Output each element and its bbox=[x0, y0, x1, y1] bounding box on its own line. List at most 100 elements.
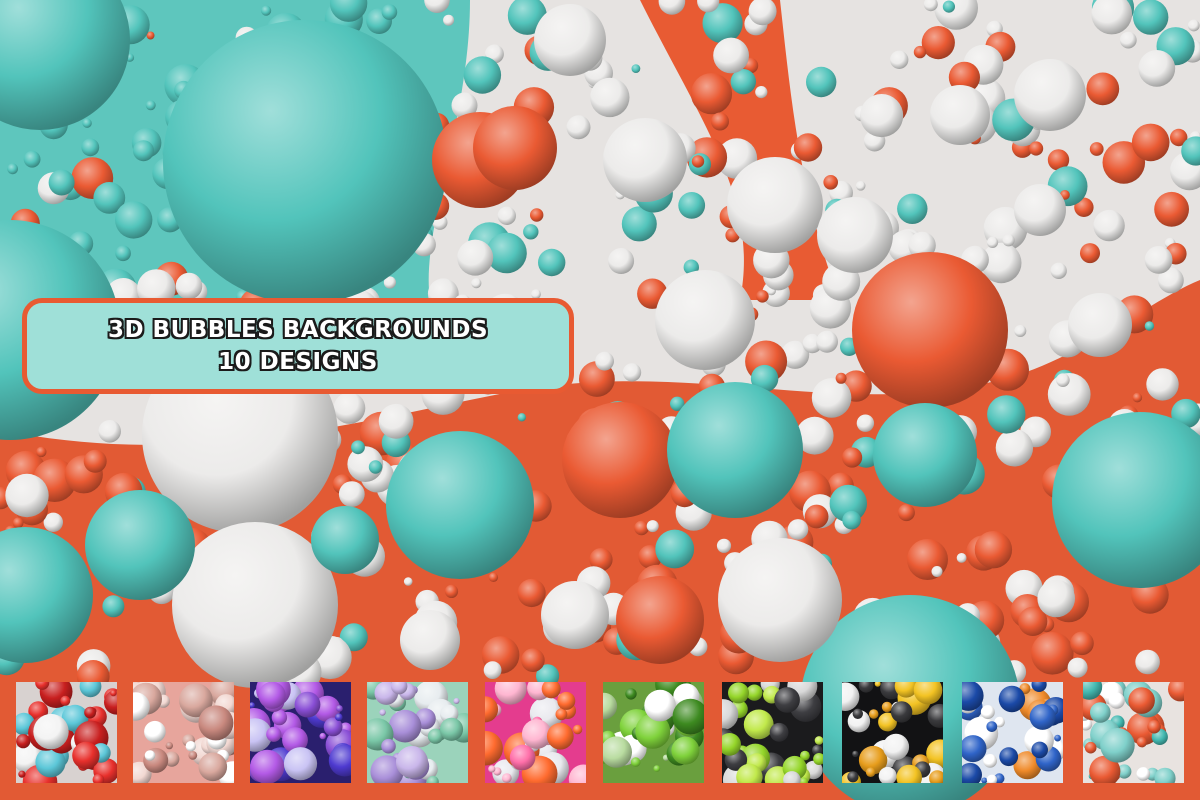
small-bubble bbox=[1131, 123, 1170, 162]
white-bubble bbox=[655, 270, 755, 370]
small-bubble bbox=[83, 449, 107, 473]
small-bubble bbox=[921, 25, 955, 60]
small-bubble bbox=[1146, 368, 1179, 401]
thumbnail-green-white bbox=[603, 682, 704, 783]
small-bubble bbox=[530, 208, 544, 222]
small-bubble bbox=[1086, 72, 1120, 106]
small-bubble bbox=[333, 392, 366, 424]
thumbnail-blue-orange-white bbox=[962, 682, 1063, 783]
small-bubble bbox=[48, 169, 75, 196]
small-bubble bbox=[1067, 657, 1088, 678]
small-bubble bbox=[1135, 649, 1160, 675]
small-bubble bbox=[646, 520, 659, 533]
white-bubble bbox=[727, 157, 823, 253]
small-bubble bbox=[1093, 209, 1125, 242]
small-bubble bbox=[842, 510, 861, 530]
small-bubble bbox=[1154, 191, 1189, 227]
white-bubble bbox=[930, 85, 990, 145]
small-bubble bbox=[634, 520, 649, 536]
small-bubble bbox=[987, 395, 1026, 434]
small-bubble bbox=[1050, 262, 1067, 279]
small-bubble bbox=[711, 112, 729, 131]
teal-bubble bbox=[386, 431, 534, 579]
small-bubble bbox=[368, 460, 383, 474]
small-bubble bbox=[1144, 321, 1155, 331]
small-bubble bbox=[678, 192, 706, 219]
orange-bubble bbox=[852, 252, 1008, 408]
small-bubble bbox=[793, 133, 823, 162]
small-bubble bbox=[1132, 392, 1143, 403]
small-bubble bbox=[523, 224, 539, 240]
small-bubble bbox=[12, 517, 24, 529]
small-bubble bbox=[145, 100, 156, 111]
thumbnail-teal-orange-white bbox=[1083, 682, 1184, 783]
small-bubble bbox=[631, 64, 641, 73]
orange-bubble bbox=[473, 106, 557, 190]
banner-title: 3D BUBBLES BACKGROUNDS bbox=[107, 317, 489, 343]
small-bubble bbox=[175, 272, 203, 300]
small-bubble bbox=[595, 351, 614, 371]
small-bubble bbox=[1089, 142, 1104, 156]
small-bubble bbox=[36, 446, 47, 458]
small-bubble bbox=[497, 206, 516, 225]
small-bubble bbox=[1080, 243, 1100, 264]
small-bubble bbox=[403, 577, 413, 586]
small-bubble bbox=[81, 138, 100, 157]
small-bubble bbox=[102, 595, 125, 618]
small-bubble bbox=[115, 201, 153, 239]
small-bubble bbox=[1056, 373, 1070, 388]
small-bubble bbox=[931, 566, 943, 577]
teal-bubble bbox=[667, 382, 803, 518]
thumbnail-pink-magenta bbox=[485, 682, 586, 783]
small-bubble bbox=[538, 248, 566, 277]
small-bubble bbox=[842, 447, 863, 468]
small-bubble bbox=[590, 77, 630, 118]
small-bubble bbox=[115, 245, 131, 262]
small-bubble bbox=[517, 578, 546, 608]
small-bubble bbox=[690, 73, 733, 115]
small-bubble bbox=[517, 413, 526, 422]
small-bubble bbox=[655, 529, 695, 569]
thumbnail-strip bbox=[0, 682, 1200, 783]
small-bubble bbox=[488, 572, 499, 582]
teal-bubble bbox=[873, 403, 977, 507]
small-bubble bbox=[942, 0, 956, 13]
title-banner: 3D BUBBLES BACKGROUNDS 10 DESIGNS bbox=[22, 298, 574, 394]
white-bubble bbox=[718, 538, 842, 662]
thumbnail-black-yellow-white bbox=[842, 682, 943, 783]
small-bubble bbox=[1037, 579, 1075, 618]
small-bubble bbox=[7, 163, 18, 175]
banner-subtitle: 10 DESIGNS bbox=[218, 349, 378, 375]
white-bubble bbox=[817, 197, 893, 273]
small-bubble bbox=[1029, 141, 1044, 156]
small-bubble bbox=[1031, 632, 1074, 675]
small-bubble bbox=[860, 94, 904, 138]
small-bubble bbox=[261, 5, 272, 16]
teal-bubble bbox=[311, 506, 379, 574]
white-bubble bbox=[1014, 59, 1086, 131]
small-bubble bbox=[787, 519, 809, 540]
small-bubble bbox=[897, 504, 915, 522]
small-bubble bbox=[816, 330, 838, 353]
white-bubble bbox=[603, 118, 687, 202]
small-bubble bbox=[1070, 631, 1094, 656]
small-bubble bbox=[82, 118, 92, 128]
small-bubble bbox=[986, 236, 999, 248]
white-bubble bbox=[400, 610, 460, 670]
small-bubble bbox=[608, 248, 635, 274]
small-bubble bbox=[856, 414, 875, 432]
bubbles-background bbox=[0, 0, 1200, 800]
small-bubble bbox=[444, 584, 459, 599]
small-bubble bbox=[5, 473, 49, 518]
small-bubble bbox=[1133, 0, 1169, 35]
small-bubble bbox=[995, 429, 1034, 467]
small-bubble bbox=[463, 56, 502, 94]
small-bubble bbox=[806, 66, 837, 98]
small-bubble bbox=[974, 531, 1013, 569]
small-bubble bbox=[713, 37, 749, 74]
small-bubble bbox=[804, 504, 829, 529]
small-bubble bbox=[835, 372, 847, 384]
small-bubble bbox=[443, 14, 455, 26]
small-bubble bbox=[956, 553, 967, 563]
thumbnail-black-lime bbox=[722, 682, 823, 783]
